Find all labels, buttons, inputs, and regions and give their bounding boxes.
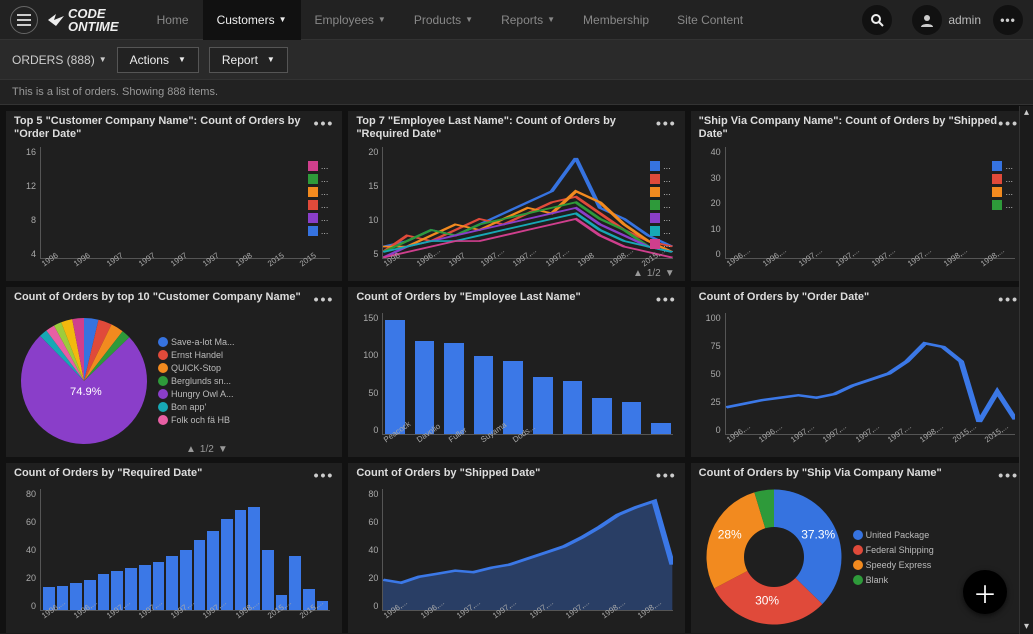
breadcrumb-orders[interactable]: ORDERS (888)▼ (12, 53, 107, 67)
chart-title: Count of Orders by "Shipped Date" (356, 467, 656, 480)
x-axis: 1996,...1996,...1997,...1997,...1997,...… (40, 613, 330, 631)
caret-down-icon: ▼ (267, 55, 275, 64)
nav-reports[interactable]: Reports▼ (487, 0, 569, 40)
card-menu-button[interactable]: ••• (656, 467, 677, 483)
brand-line1: CODE (68, 7, 119, 20)
card-menu-button[interactable]: ••• (998, 467, 1019, 483)
x-axis: 19961996,...19971997,...1997,...1997,...… (382, 261, 672, 279)
chart-legend: .................. (308, 161, 329, 236)
chart-legend: ............ (992, 161, 1013, 210)
svg-text:28%: 28% (717, 527, 741, 541)
user-name: admin (948, 13, 981, 27)
nav-home[interactable]: Home (143, 0, 203, 40)
chart-card-c5: Count of Orders by "Employee Last Name" … (348, 287, 684, 457)
svg-text:37.3%: 37.3% (801, 527, 835, 541)
card-menu-button[interactable]: ••• (314, 291, 335, 307)
chart-title: Count of Orders by top 10 "Customer Comp… (14, 291, 314, 304)
chart-pager[interactable]: ▲ 1/2 ▼ (633, 268, 675, 279)
dashboard-grid: Top 5 "Customer Company Name": Count of … (0, 105, 1033, 633)
card-menu-button[interactable]: ••• (998, 115, 1019, 131)
x-axis: 1996,...1996,...1997,...1997,...1997,...… (725, 261, 1015, 279)
chart-legend: Save-a-lot Ma...Ernst HandelQUICK-StopBe… (158, 337, 235, 425)
chart-plot (383, 313, 672, 434)
plus-icon: ＋ (973, 575, 997, 610)
chart-card-c6: Count of Orders by "Order Date" ••• 1007… (691, 287, 1027, 457)
svg-text:74.9%: 74.9% (70, 386, 102, 398)
nav-site-content[interactable]: Site Content (663, 0, 757, 40)
list-summary-text: This is a list of orders. Showing 888 it… (0, 80, 1033, 105)
main-nav: Home Customers▼ Employees▼ Products▼ Rep… (143, 0, 758, 40)
user-menu[interactable]: admin (904, 5, 981, 35)
hamburger-menu-button[interactable] (10, 6, 38, 34)
caret-down-icon: ▼ (178, 55, 186, 64)
ellipsis-icon: ••• (1000, 13, 1016, 27)
x-axis: 199619961997199719971997199820152015 (40, 261, 330, 279)
x-axis: 1996,...1996,...1997,...1997,...1997,...… (725, 437, 1015, 455)
add-button[interactable]: ＋ (963, 570, 1007, 614)
report-button[interactable]: Report▼ (209, 47, 288, 73)
caret-down-icon: ▼ (378, 15, 386, 24)
chart-title: Count of Orders by "Required Date" (14, 467, 314, 480)
card-menu-button[interactable]: ••• (314, 467, 335, 483)
nav-products[interactable]: Products▼ (400, 0, 487, 40)
chart-card-c7: Count of Orders by "Required Date" ••• 8… (6, 463, 342, 633)
scroll-up-icon: ▴ (1020, 106, 1033, 120)
chart-title: Count of Orders by "Ship Via Company Nam… (699, 467, 999, 480)
svg-text:30%: 30% (755, 593, 779, 607)
action-bar: ORDERS (888)▼ Actions▼ Report▼ (0, 40, 1033, 80)
chart-plot (383, 147, 672, 258)
chart-title: Top 5 "Customer Company Name": Count of … (14, 115, 314, 141)
card-menu-button[interactable]: ••• (314, 115, 335, 131)
brand-logo: CODE ONTIME (46, 7, 119, 33)
y-axis: 150100500 (356, 313, 380, 435)
chart-pager[interactable]: ▲ 1/2 ▼ (186, 444, 228, 455)
brand-wing-icon (46, 10, 66, 30)
chart-plot (41, 489, 330, 610)
chart-card-c1: Top 5 "Customer Company Name": Count of … (6, 111, 342, 281)
caret-down-icon: ▼ (465, 15, 473, 24)
more-menu-button[interactable]: ••• (993, 5, 1023, 35)
pie-chart: 74.9% (14, 311, 154, 451)
y-axis: 403020100 (699, 147, 723, 259)
chart-title: "Ship Via Company Name": Count of Orders… (699, 115, 999, 141)
chart-card-c3: "Ship Via Company Name": Count of Orders… (691, 111, 1027, 281)
topbar: CODE ONTIME Home Customers▼ Employees▼ P… (0, 0, 1033, 40)
caret-down-icon: ▼ (547, 15, 555, 24)
chart-card-c4: Count of Orders by top 10 "Customer Comp… (6, 287, 342, 457)
scroll-down-icon: ▾ (1020, 620, 1033, 634)
chart-title: Count of Orders by "Order Date" (699, 291, 999, 304)
x-axis: 1996,...1996,...1997,...1997,...1997,...… (382, 613, 672, 631)
y-axis: 806040200 (14, 489, 38, 611)
y-axis: 161284 (14, 147, 38, 259)
caret-down-icon: ▼ (279, 15, 287, 24)
chart-card-c8: Count of Orders by "Shipped Date" ••• 80… (348, 463, 684, 633)
card-menu-button[interactable]: ••• (656, 115, 677, 131)
search-button[interactable] (862, 5, 892, 35)
x-axis: PeacockDavolioFullerSuyamaDods... (382, 437, 672, 455)
chart-legend: ..................... (650, 161, 671, 249)
chart-plot (41, 147, 330, 258)
chart-title: Top 7 "Employee Last Name": Count of Ord… (356, 115, 656, 141)
nav-employees[interactable]: Employees▼ (301, 0, 400, 40)
card-menu-button[interactable]: ••• (656, 291, 677, 307)
hamburger-icon (17, 14, 31, 26)
y-axis: 2015105 (356, 147, 380, 259)
chart-title: Count of Orders by "Employee Last Name" (356, 291, 656, 304)
nav-membership[interactable]: Membership (569, 0, 663, 40)
card-menu-button[interactable]: ••• (998, 291, 1019, 307)
vertical-scrollbar[interactable]: ▴ ▾ (1019, 106, 1033, 634)
chart-plot (726, 313, 1015, 434)
y-axis: 1007550250 (699, 313, 723, 435)
nav-customers[interactable]: Customers▼ (203, 0, 301, 40)
actions-button[interactable]: Actions▼ (117, 47, 199, 73)
caret-down-icon: ▼ (99, 55, 107, 64)
search-icon (870, 13, 884, 27)
user-icon (912, 5, 942, 35)
brand-line2: ONTIME (68, 20, 119, 33)
chart-legend: United PackageFederal ShippingSpeedy Exp… (853, 530, 934, 585)
y-axis: 806040200 (356, 489, 380, 611)
chart-card-c2: Top 7 "Employee Last Name": Count of Ord… (348, 111, 684, 281)
donut-chart: 37.3% 30% 28% (699, 483, 849, 631)
